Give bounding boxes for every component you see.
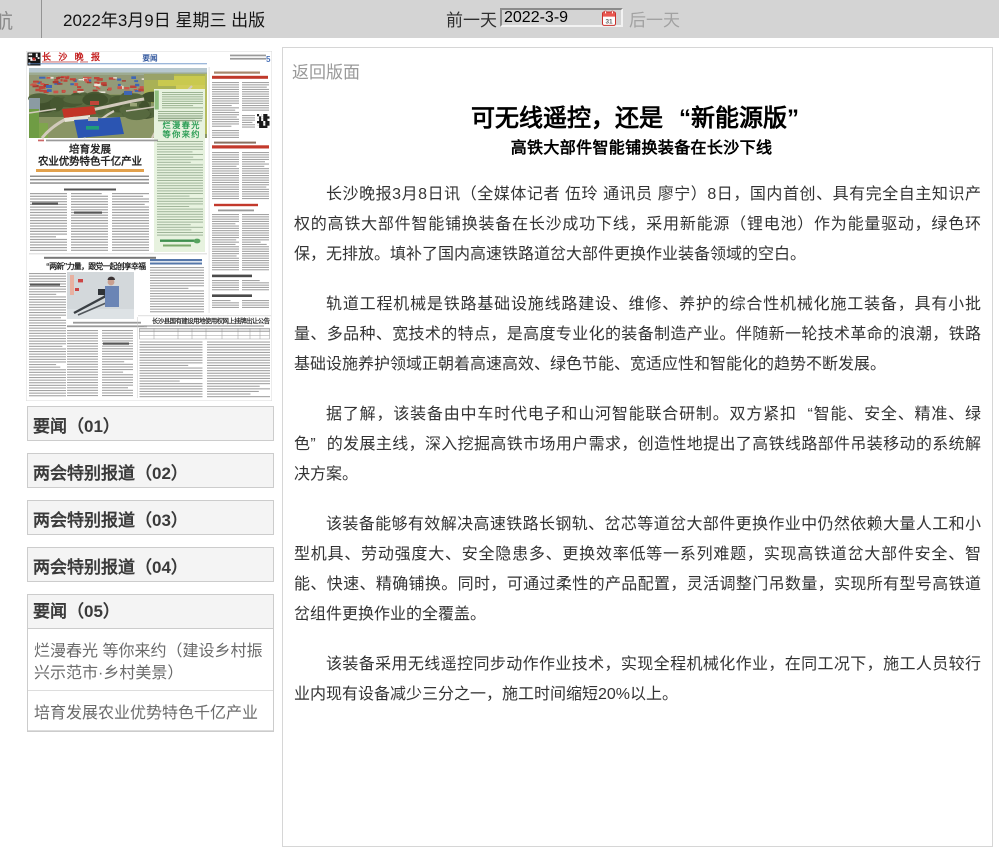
svg-text:等你来约: 等你来约 [163, 129, 200, 139]
svg-text:要闻: 要闻 [142, 53, 158, 63]
svg-text:31: 31 [605, 19, 613, 26]
svg-text:农业优势特色千亿产业: 农业优势特色千亿产业 [37, 155, 143, 168]
svg-text:烂漫春光: 烂漫春光 [163, 120, 201, 130]
svg-text:培育发展: 培育发展 [69, 143, 111, 156]
svg-text:长沙县国有建设用地使用权网上挂牌出让公告: 长沙县国有建设用地使用权网上挂牌出让公告 [152, 316, 271, 325]
svg-text:5: 5 [266, 55, 271, 64]
svg-text:“两新”力量，跟党一起创享幸福: “两新”力量，跟党一起创享幸福 [46, 261, 146, 271]
